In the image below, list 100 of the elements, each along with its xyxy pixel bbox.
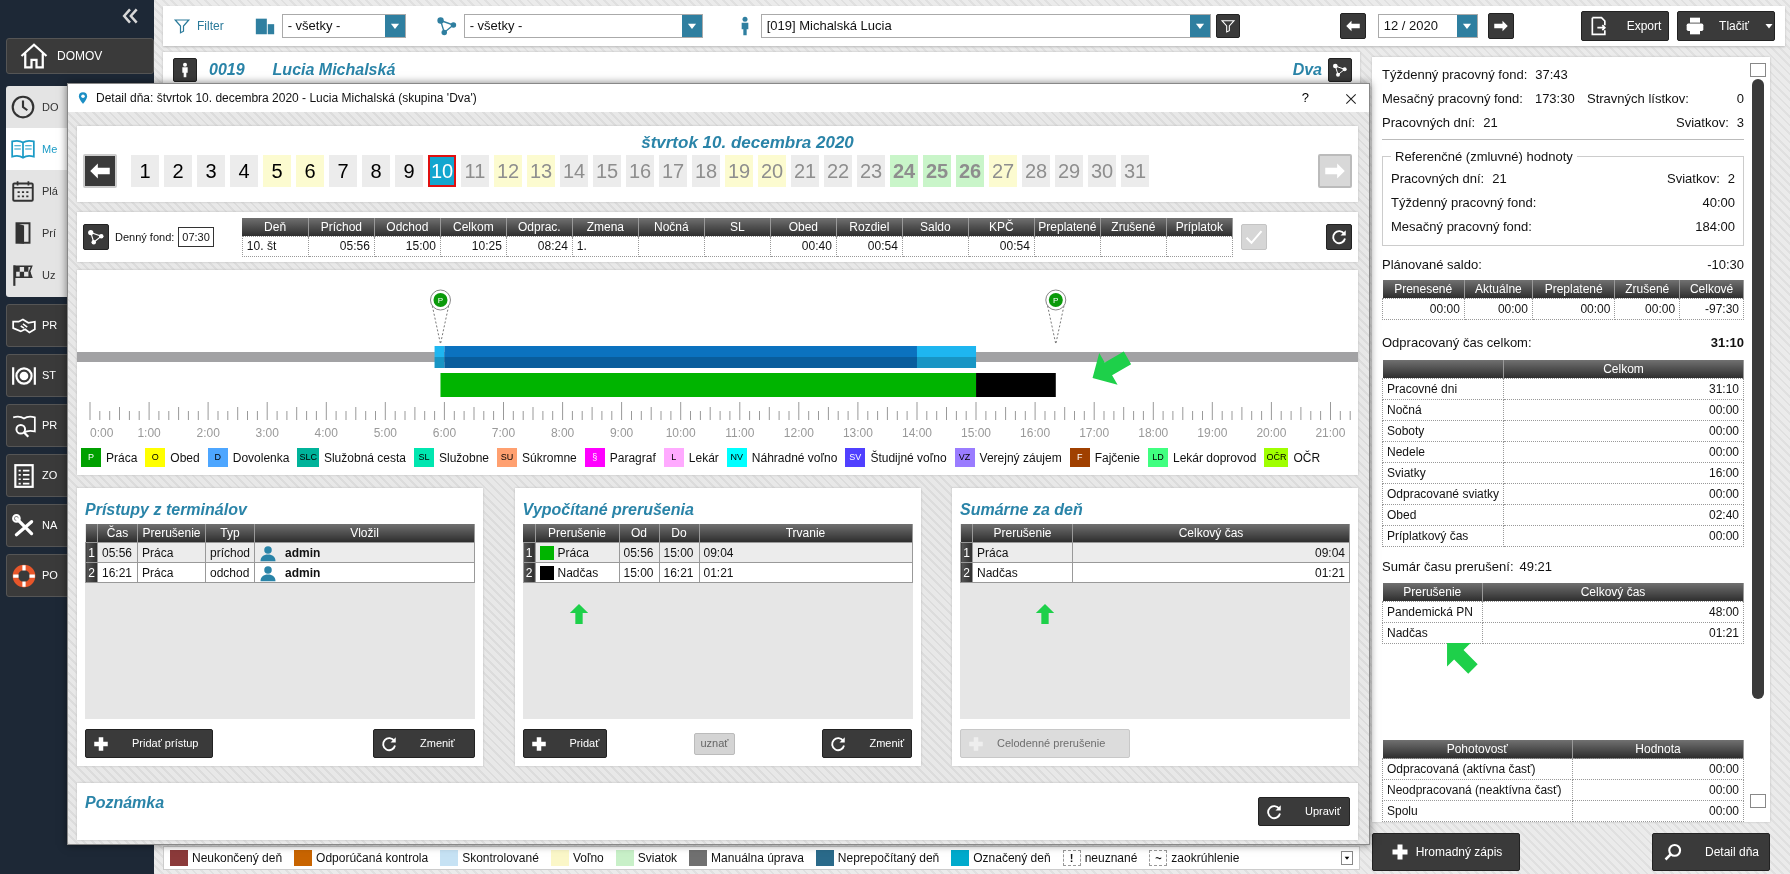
column-header: Pohotovosť <box>1382 740 1573 759</box>
hour-label: 20:00 <box>1256 426 1287 440</box>
legend-label: Lekár <box>688 449 719 467</box>
legend-swatch: D <box>207 448 228 467</box>
hour-label: 12:00 <box>783 426 814 440</box>
column-header: Príchod <box>308 217 375 236</box>
table-cell: 00:00 <box>1614 298 1680 319</box>
holidays-value: 3 <box>1736 114 1744 133</box>
daily-fund-label: Denný fond: <box>115 229 175 245</box>
table-cell: 05:56 <box>619 542 659 563</box>
holidays-label: Sviatkov: <box>1667 169 1720 188</box>
hour-label: 10:00 <box>665 426 696 440</box>
legend-swatch: SU <box>497 448 518 467</box>
legend-swatch: SL <box>414 448 434 467</box>
weekly-fund-label: Týždenný pracovný fond: <box>1382 66 1528 85</box>
table-cell: 02:40 <box>1503 504 1744 525</box>
legend-label: Paragraf <box>609 449 656 467</box>
hour-label: 15:00 <box>961 426 992 440</box>
legend-label: Neprepočítaný deň <box>837 850 940 867</box>
legend-label: Neukončený deň <box>192 850 283 867</box>
legend-label: Verejný záujem <box>979 449 1062 467</box>
monthly-fund-label: Mesačný pracovný fond: <box>1391 217 1532 236</box>
column-header: Celkom <box>1503 359 1744 378</box>
legend-label: Práca <box>106 449 138 467</box>
column-header: Celkový čas <box>1072 524 1350 543</box>
table-cell: 00:00 <box>1572 758 1744 780</box>
table-cell: Nadčas <box>1382 622 1483 643</box>
hour-label: 6:00 <box>432 426 457 440</box>
hour-label: 14:00 <box>901 426 932 440</box>
hour-label: 19:00 <box>1197 426 1228 440</box>
panel-title: Prístupy z terminálov <box>85 500 249 520</box>
legend-label: OČR <box>1293 449 1321 467</box>
table-cell: Odpracované sviatky <box>1382 483 1504 504</box>
employee-name: Lucia Michalská <box>272 60 396 80</box>
table-cell: 00:00 <box>1503 525 1744 546</box>
table-cell: 00:00 <box>1503 399 1744 420</box>
legend-swatch: SV <box>845 448 866 467</box>
legend-swatch: OČR <box>1264 448 1289 467</box>
working-days-label: Pracovných dní: <box>1391 169 1485 188</box>
column-header: Zrušené <box>1100 217 1167 236</box>
table-cell: -97:30 <box>1679 298 1744 319</box>
table-cell: Nočná <box>1382 399 1504 420</box>
table-cell: 01:21 <box>1482 622 1744 643</box>
column-header: Prerušenie <box>1382 582 1483 601</box>
column-header: Rozdiel <box>836 217 903 236</box>
table-cell: Príplatkový čas <box>1382 525 1504 546</box>
column-header: Prerušenie <box>972 524 1073 543</box>
hour-label: 16:00 <box>1020 426 1051 440</box>
hour-label: 1:00 <box>137 426 161 440</box>
column-header: Aktuálne <box>1464 279 1533 298</box>
table-cell: 00:00 <box>1503 420 1744 441</box>
table-cell: 09:04 <box>1072 542 1350 563</box>
table-cell: príchod <box>205 542 255 563</box>
table-cell: Práca <box>972 542 1073 563</box>
column-header: Trvanie <box>699 524 912 543</box>
table-cell: 00:00 <box>1464 298 1533 319</box>
table-cell: Spolu <box>1382 800 1573 822</box>
table-cell: 00:54 <box>968 236 1035 256</box>
table-cell: 10:25 <box>440 236 507 256</box>
column-header: SL <box>704 217 771 236</box>
table-cell: 05:56 <box>97 542 138 563</box>
row-number: 2 <box>960 562 973 583</box>
column-header: Saldo <box>902 217 969 236</box>
legend-label: Študijné voľno <box>870 449 947 467</box>
table-cell: Sviatky <box>1382 462 1504 483</box>
legend-label: Skontrolované <box>462 850 539 867</box>
holidays-value: 2 <box>1727 169 1735 188</box>
hour-label: 7:00 <box>491 426 516 440</box>
column-header: Prerušenie <box>535 524 619 543</box>
column-header: Preplatené <box>1532 279 1615 298</box>
table-cell: 15:00 <box>659 542 699 563</box>
hour-label: 4:00 <box>314 426 338 440</box>
column-header: Príplatok <box>1166 217 1233 236</box>
table-cell: 08:24 <box>506 236 573 256</box>
column-header: Celkové <box>1679 279 1744 298</box>
column-header: Vložil <box>254 524 475 543</box>
planned-balance-label: Plánované saldo: <box>1382 255 1482 274</box>
legend-label: Fajčenie <box>1094 449 1140 467</box>
legend-label: zaokrúhlenie <box>1171 850 1240 867</box>
legend-symbol: ~ <box>1149 850 1168 866</box>
legend-label: Dovolenka <box>232 449 290 467</box>
column-header: Nočná <box>638 217 705 236</box>
table-cell: 09:04 <box>699 542 912 563</box>
legend-swatch: § <box>584 448 605 467</box>
legend-label: Odporúčaná kontrola <box>316 850 429 867</box>
table-cell: Soboty <box>1382 420 1504 441</box>
working-days-value: 21 <box>1483 114 1498 133</box>
table-cell: 05:56 <box>308 236 375 256</box>
weekly-fund-value: 37:43 <box>1535 66 1568 85</box>
column-header: Čas <box>97 524 138 543</box>
planned-balance-value: -10:30 <box>1707 255 1744 274</box>
dialog-title: Detail dňa: štvrtok 10. decembra 2020 - Lucia Michalská (skupina 'Dva') <box>96 90 477 107</box>
table-cell: Pracovné dni <box>1382 378 1504 399</box>
interruption-total-label: Sumár času prerušení: <box>1382 557 1514 576</box>
interruption-name: Nadčas <box>557 564 599 582</box>
row-number: 2 <box>523 562 535 583</box>
legend-label: Obed <box>170 449 200 467</box>
meal-tickets-label: Stravných lístkov: <box>1587 90 1689 109</box>
row-number: 1 <box>960 542 973 563</box>
row-number: 1 <box>85 542 98 563</box>
